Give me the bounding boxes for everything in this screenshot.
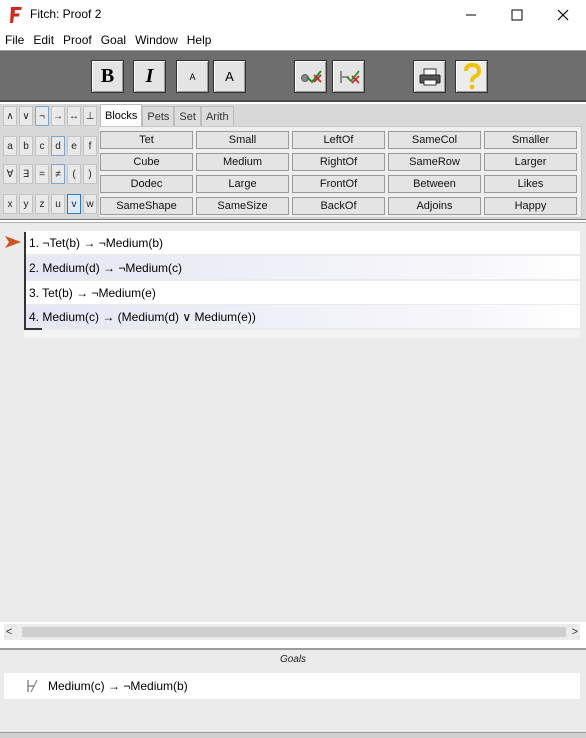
symbol-equals[interactable]: = [35,164,49,184]
predicate-leftof[interactable]: LeftOf [292,131,385,149]
predicate-backof[interactable]: BackOf [292,197,385,215]
minimize-button[interactable] [448,0,494,30]
variable-z[interactable]: z [35,194,49,214]
tab-pets[interactable]: Pets [142,106,175,126]
scrollbar-thumb[interactable] [22,627,566,637]
large-font-button[interactable]: A [213,60,246,93]
question-mark-icon [463,62,481,89]
predicate-between[interactable]: Between [388,175,481,193]
predicate-tabs: Blocks Pets Set Arith [100,104,234,126]
horizontal-scrollbar[interactable]: < > [4,624,580,640]
variable-w[interactable]: w [83,194,97,214]
printer-icon [419,68,440,85]
symbol-and[interactable]: ∧ [3,106,17,126]
verify-goal-button[interactable] [332,60,365,93]
verify-proof-button[interactable] [294,60,327,93]
predicate-small[interactable]: Small [196,131,289,149]
verify-proof-icon [300,69,322,83]
predicate-sameshape[interactable]: SameShape [100,197,193,215]
predicate-cube[interactable]: Cube [100,153,193,171]
menu-bar: File Edit Proof Goal Window Help [0,30,586,50]
symbol-left-paren[interactable]: ( [67,164,81,184]
constant-f[interactable]: f [83,136,97,156]
small-font-button[interactable]: A [176,60,209,93]
predicate-samerow[interactable]: SameRow [388,153,481,171]
variable-y[interactable]: y [19,194,33,214]
symbol-not[interactable]: ¬ [35,106,49,126]
scroll-right-icon[interactable]: > [572,626,578,638]
tab-arith[interactable]: Arith [200,106,234,126]
fitch-app-icon [10,7,22,23]
predicate-happy[interactable]: Happy [484,197,577,215]
goal-formula: Medium(c) → ¬Medium(b) [48,679,188,693]
window-title: Fitch: Proof 2 [30,7,102,21]
proof-step-3[interactable]: 3. Tet(b) → ¬Medium(e) [26,281,580,304]
window-bottom-edge [0,732,586,738]
menu-goal[interactable]: Goal [97,33,130,47]
menu-proof[interactable]: Proof [59,33,96,47]
premise-separator [24,328,42,330]
symbol-iff[interactable]: ↔ [67,106,81,126]
goal-status-icon [27,679,38,693]
menu-edit[interactable]: Edit [29,33,58,47]
symbol-implies[interactable]: → [51,106,65,126]
variable-u[interactable]: u [51,194,65,214]
goals-title: Goals [279,654,307,665]
proof-end [24,330,580,338]
symbol-right-paren[interactable]: ) [83,164,97,184]
scroll-left-icon[interactable]: < [6,626,12,638]
close-icon [557,9,569,21]
symbol-bottom[interactable]: ⊥ [83,106,97,126]
bold-button[interactable]: B [91,60,124,93]
close-button[interactable] [540,0,586,30]
focus-arrow-icon [5,236,21,248]
symbol-forall[interactable]: ∀ [3,164,17,184]
proof-step-2[interactable]: 2. Medium(d) → ¬Medium(c) [26,256,580,279]
menu-help[interactable]: Help [183,33,216,47]
menu-window[interactable]: Window [131,33,182,47]
predicate-medium[interactable]: Medium [196,153,289,171]
predicate-samesize[interactable]: SameSize [196,197,289,215]
predicate-larger[interactable]: Larger [484,153,577,171]
tab-blocks[interactable]: Blocks [100,104,143,126]
predicate-smaller[interactable]: Smaller [484,131,577,149]
symbol-exists[interactable]: ∃ [19,164,33,184]
constant-c[interactable]: c [35,136,49,156]
constant-d[interactable]: d [51,136,65,156]
print-button[interactable] [413,60,446,93]
predicate-frontof[interactable]: FrontOf [292,175,385,193]
verify-goal-icon [339,69,360,84]
predicate-rightof[interactable]: RightOf [292,153,385,171]
constant-e[interactable]: e [67,136,81,156]
maximize-icon [511,9,523,21]
predicate-tet[interactable]: Tet [100,131,193,149]
variable-v[interactable]: v [67,194,81,214]
menu-file[interactable]: File [1,33,28,47]
tab-set[interactable]: Set [174,106,201,126]
title-bar: Fitch: Proof 2 [0,0,586,30]
predicate-likes[interactable]: Likes [484,175,577,193]
predicate-large[interactable]: Large [196,175,289,193]
help-button[interactable] [455,60,488,93]
predicate-samecol[interactable]: SameCol [388,131,481,149]
variable-x[interactable]: x [3,194,17,214]
maximize-button[interactable] [494,0,540,30]
proof-step-4[interactable]: 4. Medium(c) → (Medium(d) ∨ Medium(e)) [26,305,580,328]
symbol-not-equals[interactable]: ≠ [51,164,65,184]
constant-a[interactable]: a [3,136,17,156]
minimize-icon [466,14,476,16]
subproof-bar [24,232,26,330]
predicate-adjoins[interactable]: Adjoins [388,197,481,215]
toolbar: B I A A [0,50,586,102]
symbol-or[interactable]: ∨ [19,106,33,126]
italic-button[interactable]: I [133,60,166,93]
predicate-dodec[interactable]: Dodec [100,175,193,193]
constant-b[interactable]: b [19,136,33,156]
proof-step-1[interactable]: 1. ¬Tet(b) → ¬Medium(b) [26,231,580,254]
